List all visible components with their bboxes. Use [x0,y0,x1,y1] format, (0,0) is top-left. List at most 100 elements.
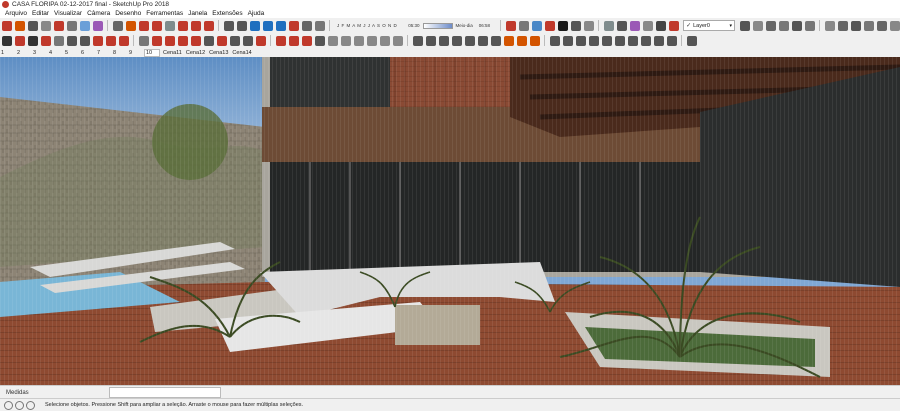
tool-icon[interactable] [629,20,640,31]
tool-icon[interactable] [79,35,90,46]
tool-icon[interactable] [353,35,364,46]
tool-icon[interactable] [765,20,776,31]
tool-icon[interactable] [66,20,77,31]
tool-icon[interactable] [516,35,527,46]
tool-icon[interactable] [642,20,653,31]
tool-icon[interactable] [14,20,25,31]
tool-icon[interactable] [275,35,286,46]
scene-tab[interactable]: Cena11 [162,50,183,56]
tool-icon[interactable] [603,20,614,31]
tool-icon[interactable] [255,35,266,46]
tool-icon[interactable] [562,35,573,46]
scene-tab[interactable]: Cena12 [185,50,206,56]
tool-icon[interactable] [190,20,201,31]
tool-icon[interactable] [314,20,325,31]
tool-icon[interactable] [616,20,627,31]
tool-icon[interactable] [655,20,666,31]
tool-icon[interactable] [327,35,338,46]
tool-icon[interactable] [164,35,175,46]
tool-icon[interactable] [92,35,103,46]
tool-icon[interactable] [438,35,449,46]
tool-icon[interactable] [464,35,475,46]
menu-item[interactable]: Ajuda [248,10,265,17]
menu-item[interactable]: Visualizar [54,10,82,17]
tool-icon[interactable] [778,20,789,31]
tool-icon[interactable] [531,20,542,31]
tool-icon[interactable] [570,20,581,31]
tool-icon[interactable] [105,35,116,46]
tool-icon[interactable] [505,20,516,31]
menu-item[interactable]: Arquivo [5,10,27,17]
tool-icon[interactable] [40,20,51,31]
tool-icon[interactable] [216,35,227,46]
tool-icon[interactable] [477,35,488,46]
tool-icon[interactable] [752,20,763,31]
tool-icon[interactable] [177,35,188,46]
tool-icon[interactable] [451,35,462,46]
tool-icon[interactable] [366,35,377,46]
menu-item[interactable]: Extensões [212,10,242,17]
tool-icon[interactable] [66,35,77,46]
menu-item[interactable]: Câmera [87,10,110,17]
tool-icon[interactable] [1,20,12,31]
scene-tab[interactable]: 1 [0,50,14,56]
tool-icon[interactable] [490,35,501,46]
info-icon[interactable] [4,400,13,410]
tool-icon[interactable] [614,35,625,46]
tool-icon[interactable] [557,20,568,31]
scene-tab[interactable]: 5 [64,50,78,56]
menu-item[interactable]: Janela [188,10,207,17]
tool-icon[interactable] [92,20,103,31]
tool-icon[interactable] [379,35,390,46]
tool-icon[interactable] [314,35,325,46]
tool-icon[interactable] [53,20,64,31]
menu-item[interactable]: Ferramentas [146,10,183,17]
tool-icon[interactable] [288,35,299,46]
menu-item[interactable]: Editar [32,10,49,17]
tool-icon[interactable] [229,35,240,46]
tool-icon[interactable] [112,20,123,31]
tool-icon[interactable] [151,35,162,46]
scene-tab[interactable]: 8 [112,50,126,56]
scene-tab[interactable]: Cena14 [231,50,252,56]
tool-icon[interactable] [529,35,540,46]
tool-icon[interactable] [518,20,529,31]
tool-icon[interactable] [203,35,214,46]
tool-icon[interactable] [249,20,260,31]
tool-icon[interactable] [340,35,351,46]
tool-icon[interactable] [889,20,900,31]
tool-icon[interactable] [837,20,848,31]
layer-dropdown[interactable]: ✓ Layer0 ▾ [683,20,736,31]
tool-icon[interactable] [14,35,25,46]
tool-icon[interactable] [27,35,38,46]
tool-icon[interactable] [53,35,64,46]
scene-tab[interactable]: 9 [128,50,142,56]
tool-icon[interactable] [1,35,12,46]
shadow-time-track[interactable] [422,22,453,29]
tool-icon[interactable] [242,35,253,46]
tool-icon[interactable] [40,35,51,46]
tool-icon[interactable] [392,35,403,46]
tool-icon[interactable] [575,35,586,46]
tool-icon[interactable] [791,20,802,31]
credits-icon[interactable] [26,400,35,410]
tool-icon[interactable] [27,20,38,31]
tool-icon[interactable] [549,35,560,46]
tool-icon[interactable] [804,20,815,31]
tool-icon[interactable] [301,20,312,31]
menu-item[interactable]: Desenho [115,10,141,17]
scene-tab[interactable]: 7 [96,50,110,56]
tool-icon[interactable] [138,35,149,46]
tool-icon[interactable] [223,20,234,31]
tool-icon[interactable] [824,20,835,31]
tool-icon[interactable] [190,35,201,46]
scene-tab[interactable]: 4 [48,50,62,56]
scene-tab[interactable]: Cena13 [208,50,229,56]
tool-icon[interactable] [262,20,273,31]
tool-icon[interactable] [876,20,887,31]
tool-icon[interactable] [666,35,677,46]
tool-icon[interactable] [118,35,129,46]
scene-tab[interactable]: 6 [80,50,94,56]
tool-icon[interactable] [583,20,594,31]
tool-icon[interactable] [301,35,312,46]
